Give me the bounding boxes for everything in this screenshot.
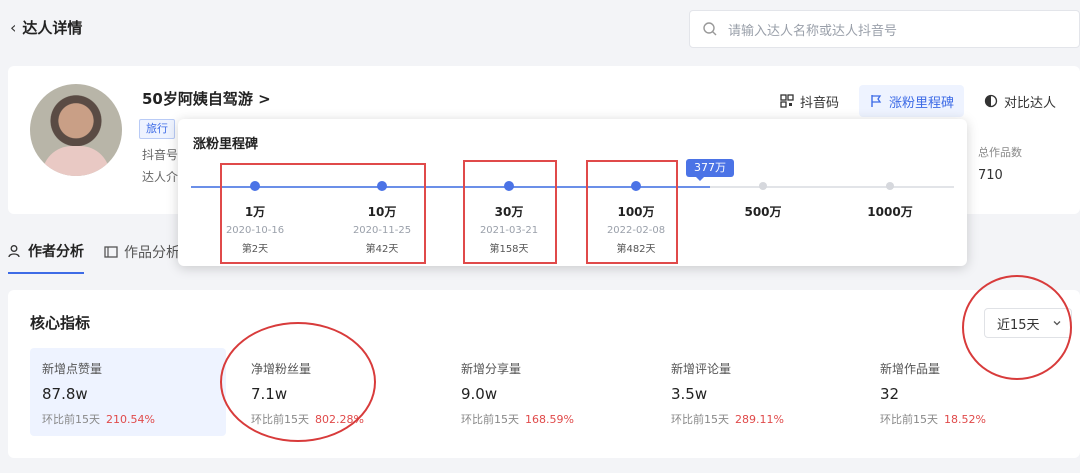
popover-title: 涨粉里程碑: [193, 137, 259, 152]
metric-label: 新增分享量: [461, 362, 522, 376]
metric-change-pct: 210.54%: [106, 413, 155, 426]
intro-label: 达人介: [142, 170, 179, 184]
metric-compare: 环比前15天 18.52%: [880, 411, 1052, 427]
metric-compare-label: 环比前15天: [461, 413, 519, 426]
category-tag: 旅行: [139, 119, 175, 139]
core-metrics-title: 核心指标: [30, 314, 91, 332]
metric-value: 3.5w: [671, 385, 708, 403]
milestone-label: 涨粉里程碑: [888, 95, 954, 111]
tab-author-analysis[interactable]: 作者分析: [8, 230, 84, 274]
highlight-circle: [962, 275, 1072, 380]
milestone-item: 1000万: [840, 203, 940, 225]
video-icon: [104, 246, 118, 258]
compare-button[interactable]: 对比达人: [974, 85, 1066, 117]
page-title: 达人详情: [22, 19, 83, 37]
user-icon: [8, 245, 20, 258]
metric-change-pct: 168.59%: [525, 413, 574, 426]
milestone-dot: [759, 182, 767, 190]
metric-label: 新增评论量: [671, 362, 732, 376]
back-button[interactable]: ‹ 达人详情: [10, 17, 82, 38]
metric-change-pct: 18.52%: [944, 413, 986, 426]
highlight-box: [586, 160, 678, 264]
metric-value: 32: [880, 385, 900, 403]
douyin-code-label: 抖音码: [799, 95, 839, 111]
metric-value: 9.0w: [461, 385, 498, 403]
highlight-box: [220, 163, 426, 264]
milestone-button[interactable]: 涨粉里程碑: [858, 85, 964, 117]
metric-card[interactable]: 新增点赞量 87.8w 环比前15天 210.54%: [30, 348, 226, 436]
analysis-tabs: 作者分析 作品分析: [0, 230, 180, 274]
tab-author-label: 作者分析: [28, 244, 84, 260]
profile-actions: 抖音码 涨粉里程碑 对比达人: [770, 85, 1066, 117]
metric-compare: 环比前15天 210.54%: [42, 411, 214, 427]
total-works-stat: 总作品数 710: [978, 144, 1022, 183]
influencer-name[interactable]: 50岁阿姨自驾游 >: [142, 88, 271, 109]
highlight-circle: [220, 322, 376, 442]
metric-compare: 环比前15天 289.11%: [671, 411, 843, 427]
metric-label: 新增点赞量: [42, 362, 103, 376]
tab-works-analysis[interactable]: 作品分析: [104, 230, 180, 274]
milestone-item: 500万: [713, 203, 813, 225]
metric-change-pct: 289.11%: [735, 413, 784, 426]
metric-compare-label: 环比前15天: [42, 413, 100, 426]
metric-compare: 环比前15天 168.59%: [461, 411, 633, 427]
total-works-label: 总作品数: [978, 146, 1022, 159]
current-fans-badge: 377万: [686, 159, 734, 181]
metric-card[interactable]: 新增评论量 3.5w 环比前15天 289.11%: [659, 348, 855, 436]
tab-works-label: 作品分析: [124, 245, 180, 261]
milestone-dot: [886, 182, 894, 190]
core-metrics-card: 核心指标 近15天 新增点赞量 87.8w 环比前15天 210.54% 净增粉丝量 7.…: [8, 290, 1080, 458]
flag-icon: [871, 95, 882, 107]
avatar[interactable]: [30, 84, 122, 176]
milestone-amount: 1000万: [867, 205, 913, 219]
search-icon: [703, 22, 717, 36]
chevron-left-icon: ‹: [10, 18, 17, 37]
search-placeholder: 请输入达人名称或达人抖音号: [728, 23, 898, 39]
metric-value: 87.8w: [42, 385, 88, 403]
total-works-value: 710: [978, 168, 1003, 183]
metric-compare-label: 环比前15天: [880, 413, 938, 426]
highlight-box: [463, 160, 557, 264]
compare-label: 对比达人: [1003, 95, 1056, 111]
milestone-amount: 500万: [744, 205, 782, 219]
compare-icon: [984, 94, 998, 108]
top-bar: ‹ 达人详情 请输入达人名称或达人抖音号: [0, 0, 1080, 58]
douyin-id-label: 抖音号: [142, 148, 179, 162]
douyin-code-button[interactable]: 抖音码: [770, 85, 849, 117]
metric-compare-label: 环比前15天: [671, 413, 729, 426]
search-input[interactable]: 请输入达人名称或达人抖音号: [689, 10, 1080, 48]
qrcode-icon: [780, 94, 794, 108]
metric-card[interactable]: 新增分享量 9.0w 环比前15天 168.59%: [449, 348, 645, 436]
